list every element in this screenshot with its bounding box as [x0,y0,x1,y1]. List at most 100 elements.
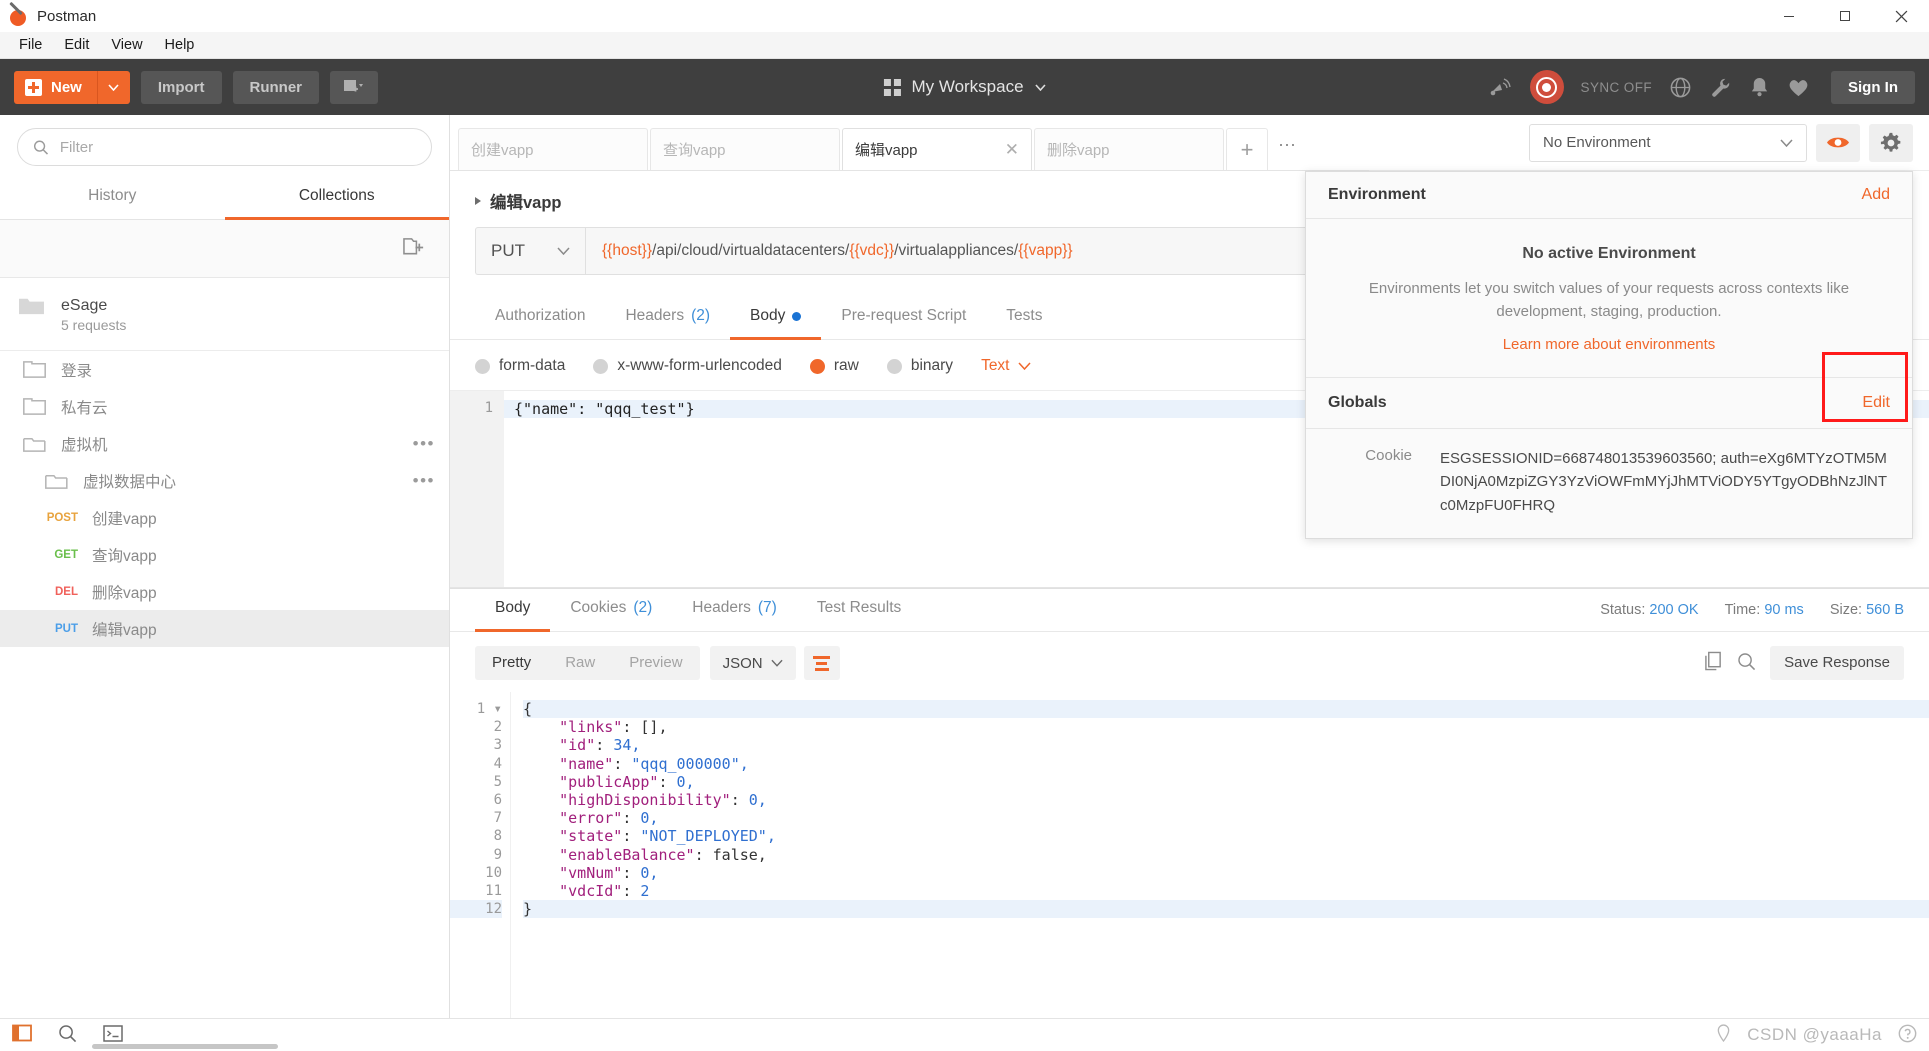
radio-icon[interactable] [886,358,902,374]
bell-icon[interactable] [1749,76,1770,99]
filter-input[interactable] [59,138,416,156]
globe-icon[interactable] [1669,76,1692,99]
maximize-button[interactable] [1817,0,1873,32]
close-icon[interactable]: ✕ [1005,140,1019,160]
sync-orb-icon[interactable] [1529,70,1564,104]
body-format-select[interactable]: Text [981,357,1031,375]
environment-panel-header: Environment Add [1306,172,1912,219]
horizontal-scrollbar-thumb[interactable] [92,1044,278,1049]
new-dropdown-caret[interactable] [96,70,130,104]
body-mode-form-data[interactable]: form-data [475,357,565,375]
tree-folder-row[interactable]: 虚拟数据中心 ••• [0,462,449,499]
globals-variable-key: Cookie [1365,446,1412,464]
response-view-mode-group: Pretty Raw Preview [475,646,700,680]
view-mode-raw[interactable]: Raw [548,646,612,680]
line-number: 3 [493,737,502,754]
response-tab-body[interactable]: Body [475,589,551,632]
radio-icon[interactable] [475,358,490,374]
tab-collections[interactable]: Collections [224,176,449,220]
response-format-select[interactable]: JSON [709,646,796,680]
tab-pre-request-script[interactable]: Pre-request Script [821,297,986,340]
runner-button[interactable]: Runner [232,70,320,104]
expand-triangle-icon[interactable] [475,197,481,205]
view-mode-pretty[interactable]: Pretty [475,646,548,680]
tree-request-row[interactable]: PUT 编辑vapp [0,610,449,648]
add-tab-button[interactable]: + [1226,128,1268,170]
antenna-icon[interactable] [1489,76,1513,98]
request-tab-3[interactable]: 删除vapp [1034,128,1224,170]
tree-item-label: 创建vapp [92,510,157,528]
heart-icon[interactable] [1787,77,1810,98]
json-line: "name": "qqq_000000", [559,754,749,773]
response-format-label: JSON [722,654,763,672]
tree-request-row[interactable]: GET 查询vapp [0,536,449,573]
request-tab-1[interactable]: 查询vapp [650,128,840,170]
new-button[interactable]: New [14,70,130,104]
tab-authorization[interactable]: Authorization [475,297,605,340]
environment-panel-title: Environment [1328,186,1426,203]
tab-label: Cookies [570,599,627,616]
workspace-selector[interactable]: My Workspace [883,77,1046,97]
close-button[interactable] [1873,0,1929,32]
radio-icon[interactable] [593,358,609,374]
tree-request-row[interactable]: DEL 删除vapp [0,573,449,610]
tree-folder-row[interactable]: 虚拟机 ••• [0,425,449,462]
new-folder-icon[interactable] [402,235,427,262]
collection-tree: 登录 私有云 虚拟机 ••• 虚拟数据中心 ••• POST 创建vapp GET 查询vapp D… [0,351,449,1018]
import-button[interactable]: Import [140,70,222,104]
save-response-button[interactable]: Save Response [1770,646,1904,680]
view-mode-preview[interactable]: Preview [612,646,699,680]
environment-select[interactable]: No Environment [1529,123,1807,162]
tab-history[interactable]: History [0,176,225,220]
wrench-icon[interactable] [1709,76,1732,99]
add-environment-link[interactable]: Add [1862,186,1890,204]
tab-overflow-menu[interactable]: ⋯ [1274,135,1308,170]
environment-quick-look-button[interactable] [1816,123,1860,162]
tree-request-row[interactable]: POST 创建vapp [0,499,449,536]
http-method-select[interactable]: PUT [475,227,585,275]
collection-root[interactable]: eSage 5 requests [0,278,449,352]
url-segment: /virtualappliances/ [894,242,1019,259]
tree-folder-row[interactable]: 私有云 [0,388,449,425]
minimize-button[interactable] [1761,0,1817,32]
search-input[interactable] [17,128,432,166]
tab-count: (2) [633,599,653,616]
sidebar-toggle-icon[interactable] [12,1023,32,1047]
request-tab-2[interactable]: 编辑vapp ✕ [842,128,1032,170]
radio-icon[interactable] [809,358,825,374]
line-number: 8 [493,828,502,845]
edit-globals-link[interactable]: Edit [1862,394,1890,412]
tab-headers[interactable]: Headers (2) [605,297,730,340]
tab-tests[interactable]: Tests [986,297,1062,340]
folder-open-icon [22,433,47,454]
new-window-button[interactable] [330,70,379,104]
search-icon[interactable] [1737,652,1756,675]
settings-button[interactable] [1869,123,1913,162]
response-json[interactable]: { "links": [], "id": 34, "name": "qqq_00… [510,692,1929,1018]
tab-body[interactable]: Body [730,297,822,340]
menu-edit[interactable]: Edit [53,34,100,56]
tab-label: Headers [625,307,685,324]
request-name: 编辑vapp [490,194,562,212]
help-icon[interactable] [1898,1024,1917,1047]
request-tab-0[interactable]: 创建vapp [458,128,648,170]
learn-more-link[interactable]: Learn more about environments [1336,336,1882,353]
response-tab-headers[interactable]: Headers (7) [672,589,797,632]
copy-icon[interactable] [1704,651,1723,676]
menu-file[interactable]: File [8,34,53,56]
console-icon[interactable] [103,1024,123,1046]
search-icon[interactable] [58,1024,77,1047]
word-wrap-icon[interactable] [803,646,840,680]
tab-label: Test Results [816,599,902,616]
app-toolbar: New Import Runner My Workspace SYNC OFF … [0,59,1929,115]
location-icon[interactable] [1716,1024,1731,1046]
sign-in-button[interactable]: Sign In [1831,70,1915,104]
body-mode-raw[interactable]: raw [809,357,859,375]
response-tab-test-results[interactable]: Test Results [797,589,921,632]
body-mode-urlencoded[interactable]: x-www-form-urlencoded [593,357,782,375]
body-mode-binary[interactable]: binary [886,357,953,375]
tree-folder-row[interactable]: 登录 [0,351,449,388]
menu-view[interactable]: View [100,34,153,56]
menu-help[interactable]: Help [154,34,206,56]
response-tab-cookies[interactable]: Cookies (2) [550,589,672,632]
